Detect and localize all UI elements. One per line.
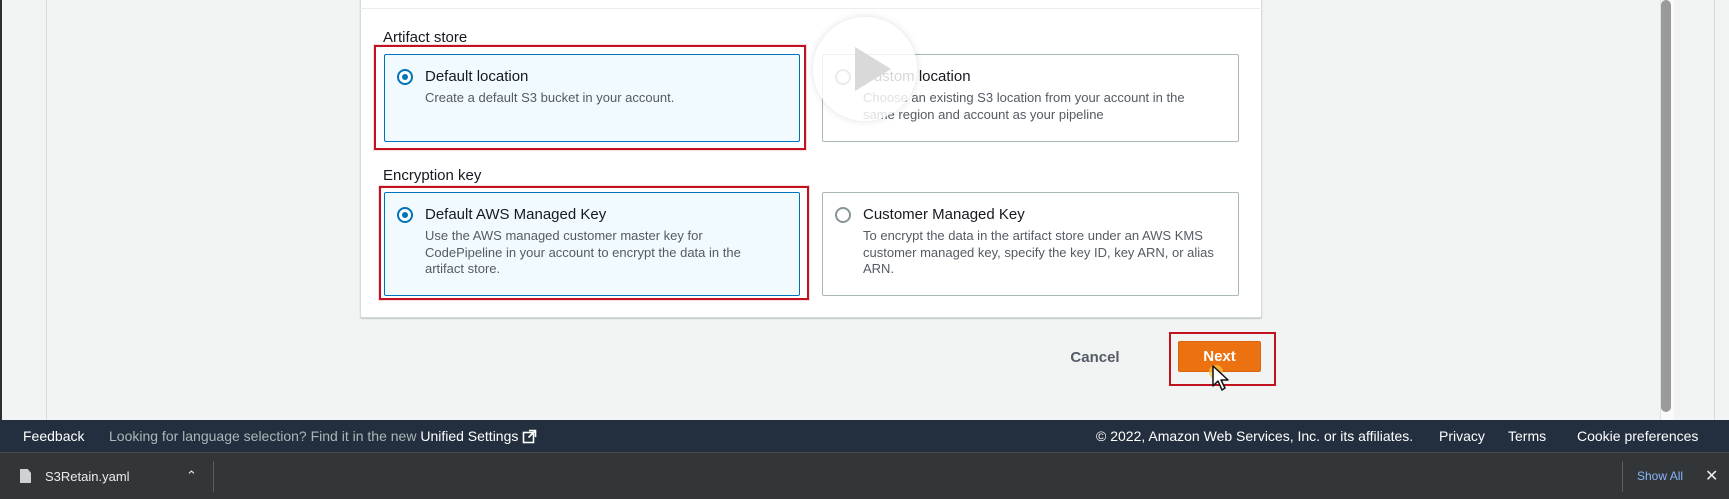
show-all-button[interactable]: Show All bbox=[1637, 469, 1683, 483]
download-file-name[interactable]: S3Retain.yaml bbox=[45, 469, 130, 484]
option-title: Default location bbox=[425, 68, 529, 85]
option-title: Customer Managed Key bbox=[863, 206, 1025, 223]
close-icon[interactable]: ✕ bbox=[1705, 466, 1718, 486]
divider bbox=[1622, 461, 1623, 492]
download-bar: S3Retain.yaml ⌃ Show All ✕ bbox=[0, 452, 1729, 499]
pointer-cursor-icon bbox=[1208, 364, 1242, 401]
option-default-aws-managed-key[interactable]: Default AWS Managed Key Use the AWS mana… bbox=[384, 192, 800, 296]
privacy-link[interactable]: Privacy bbox=[1439, 428, 1485, 444]
copyright-text: © 2022, Amazon Web Services, Inc. or its… bbox=[1096, 428, 1414, 444]
divider bbox=[213, 461, 214, 492]
page: Artifact store Default location Create a… bbox=[0, 0, 1729, 499]
chevron-up-icon[interactable]: ⌃ bbox=[186, 468, 197, 484]
window-edge-right bbox=[1714, 0, 1729, 420]
terms-link[interactable]: Terms bbox=[1508, 428, 1546, 444]
encryption-key-label: Encryption key bbox=[383, 167, 482, 184]
artifact-store-label: Artifact store bbox=[383, 29, 468, 46]
file-icon bbox=[20, 469, 31, 483]
play-icon[interactable] bbox=[813, 17, 917, 121]
language-notice: Looking for language selection? Find it … bbox=[109, 428, 537, 447]
cancel-button[interactable]: Cancel bbox=[1052, 346, 1138, 370]
language-notice-text: Looking for language selection? Find it … bbox=[109, 428, 421, 444]
option-description: To encrypt the data in the artifact stor… bbox=[863, 228, 1214, 276]
external-link-icon[interactable] bbox=[522, 429, 537, 447]
feedback-link[interactable]: Feedback bbox=[23, 428, 84, 444]
scrollbar-thumb[interactable] bbox=[1661, 0, 1671, 412]
radio-customer-managed-key[interactable] bbox=[835, 207, 851, 223]
cookie-preferences-link[interactable]: Cookie preferences bbox=[1577, 428, 1698, 444]
radio-default-location[interactable] bbox=[397, 69, 413, 85]
option-customer-managed-key[interactable]: Customer Managed Key To encrypt the data… bbox=[822, 192, 1239, 296]
option-title: Default AWS Managed Key bbox=[425, 206, 607, 223]
unified-settings-link[interactable]: Unified Settings bbox=[420, 428, 518, 444]
console-footer: Feedback Looking for language selection?… bbox=[0, 420, 1729, 452]
window-edge bbox=[0, 0, 2, 420]
option-default-location[interactable]: Default location Create a default S3 buc… bbox=[384, 54, 800, 142]
option-description: Create a default S3 bucket in your accou… bbox=[425, 90, 675, 105]
card-divider bbox=[360, 8, 1262, 9]
option-description: Use the AWS managed customer master key … bbox=[425, 228, 741, 276]
radio-default-aws-managed-key[interactable] bbox=[397, 207, 413, 223]
